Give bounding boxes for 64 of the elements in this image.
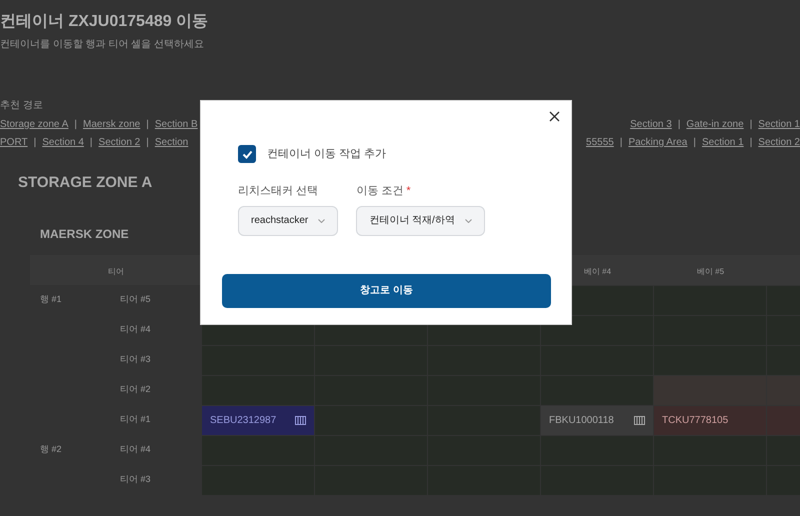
field-label: 이동 조건 (356, 184, 404, 199)
grid-cell[interactable] (202, 376, 314, 404)
grid-cell[interactable]: TCKU7778105 (654, 406, 766, 434)
path-link[interactable]: Section 4 (42, 135, 84, 150)
separator: | (74, 118, 77, 132)
tier-label: 티어 #3 (120, 353, 151, 366)
column-header: 베이 #5 (696, 266, 724, 276)
path-link[interactable]: Packing Area (628, 135, 688, 150)
grid-cell[interactable] (315, 436, 427, 464)
tier-label: 티어 #4 (120, 443, 151, 456)
grid-cell[interactable]: FBKU1000118 (541, 406, 653, 434)
tier-label: 티어 #4 (120, 323, 151, 336)
separator: | (34, 136, 36, 150)
path-link[interactable]: Storage zone A (0, 117, 68, 132)
checkbox-label: 컨테이너 이동 작업 추가 (267, 146, 386, 162)
grid-cell[interactable] (202, 436, 314, 464)
page-subtitle: 컨테이너를 이동할 행과 티어 셀을 선택하세요 (0, 38, 204, 52)
tier-label: 티어 #3 (120, 473, 151, 486)
row-label: 행 #2 (40, 443, 62, 456)
page-title: 컨테이너 ZXJU0175489 이동 (0, 12, 208, 32)
separator: | (678, 118, 680, 132)
column-header: 베이 #4 (584, 266, 612, 276)
path-label: 추천 경로 (0, 99, 43, 113)
column-header: 티어 (108, 266, 124, 276)
separator: | (750, 118, 752, 132)
tier-label: 티어 #2 (120, 383, 151, 396)
grid-cell[interactable]: SEBU2312987 (202, 406, 314, 434)
container-icon (634, 416, 645, 424)
chevron-down-icon (464, 218, 472, 222)
tier-label: 티어 #1 (120, 413, 151, 426)
separator: | (693, 136, 696, 150)
path-link[interactable]: 55555 (586, 135, 614, 150)
container-icon (295, 416, 306, 424)
zone-title: STORAGE ZONE A (18, 173, 152, 193)
separator: | (620, 136, 622, 150)
submit-button[interactable]: 창고로 이동 (222, 274, 551, 308)
path-link[interactable]: Section 3 (630, 117, 672, 132)
close-icon[interactable] (547, 109, 561, 123)
checkbox[interactable] (238, 145, 256, 163)
separator: | (146, 118, 149, 132)
check-icon (242, 150, 252, 158)
required-mark: * (406, 184, 411, 199)
path-link[interactable]: Section 2 (98, 135, 140, 150)
subzone-title: MAERSK ZONE (40, 226, 129, 242)
path-link[interactable]: PORT (0, 135, 28, 150)
path-link[interactable]: Section 1 (702, 135, 744, 150)
chevron-down-icon (318, 218, 326, 222)
separator: | (750, 136, 752, 150)
path-link[interactable]: Gate-in zone (686, 117, 744, 132)
separator: | (146, 136, 149, 150)
select-field[interactable]: reachstacker (238, 206, 338, 236)
row-label: 행 #1 (40, 293, 62, 306)
grid-cell[interactable] (541, 316, 653, 344)
path-link[interactable]: Section 2 (758, 135, 800, 150)
grid-cell[interactable] (315, 376, 427, 404)
separator: | (90, 136, 93, 150)
path-link[interactable]: Section B (154, 117, 198, 132)
path-link[interactable]: Section 1 (758, 117, 800, 132)
path-link[interactable]: Section (154, 135, 188, 150)
field-label: 리치스태커 선택 (238, 184, 318, 199)
tier-label: 티어 #5 (120, 293, 151, 306)
path-link[interactable]: Maersk zone (83, 117, 140, 132)
grid-cell[interactable] (315, 406, 427, 434)
select-field[interactable]: 컨테이너 적재/하역 (356, 206, 485, 236)
